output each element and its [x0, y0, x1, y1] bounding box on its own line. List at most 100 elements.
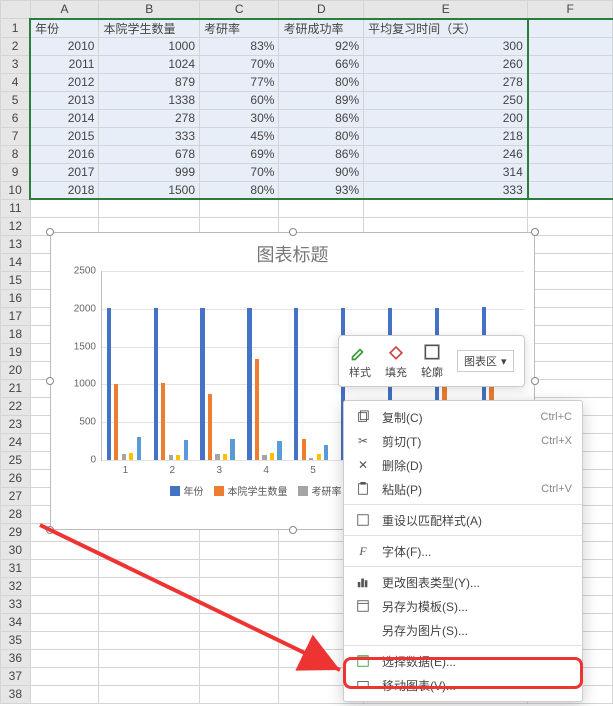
- cell[interactable]: 86%: [279, 109, 364, 127]
- cell[interactable]: [364, 199, 528, 217]
- bar[interactable]: [200, 308, 204, 460]
- row-header[interactable]: 14: [1, 253, 31, 271]
- row-header[interactable]: 23: [1, 415, 31, 433]
- resize-handle[interactable]: [531, 377, 539, 385]
- legend-item[interactable]: 考研率: [298, 483, 342, 498]
- cell[interactable]: 60%: [200, 91, 279, 109]
- cell[interactable]: 333: [364, 181, 528, 199]
- row-header[interactable]: 34: [1, 613, 31, 631]
- menu-reset-style[interactable]: 重设以匹配样式(A): [344, 508, 582, 532]
- bar[interactable]: [324, 445, 328, 460]
- cell[interactable]: 678: [99, 145, 200, 163]
- cell[interactable]: [528, 163, 613, 181]
- row-header[interactable]: 2: [1, 37, 31, 55]
- bar[interactable]: [114, 384, 118, 460]
- resize-handle[interactable]: [289, 228, 297, 236]
- cell[interactable]: [30, 685, 99, 703]
- cell[interactable]: 平均复习时间（天）: [364, 19, 528, 38]
- row-header[interactable]: 17: [1, 307, 31, 325]
- row-header[interactable]: 10: [1, 181, 31, 199]
- bar[interactable]: [255, 359, 259, 460]
- cell[interactable]: [528, 91, 613, 109]
- legend-item[interactable]: 年份: [170, 483, 204, 498]
- bar[interactable]: [107, 308, 111, 460]
- cell[interactable]: [528, 73, 613, 91]
- bar[interactable]: [169, 455, 173, 460]
- cell[interactable]: 218: [364, 127, 528, 145]
- bar[interactable]: [137, 437, 141, 460]
- cell[interactable]: [279, 199, 364, 217]
- cell[interactable]: [528, 37, 613, 55]
- row-header[interactable]: 37: [1, 667, 31, 685]
- menu-delete[interactable]: ✕ 删除(D): [344, 453, 582, 477]
- row-header[interactable]: 38: [1, 685, 31, 703]
- menu-change-chart-type[interactable]: 更改图表类型(Y)...: [344, 570, 582, 594]
- bar[interactable]: [294, 308, 298, 460]
- col-header-F[interactable]: F: [528, 1, 613, 19]
- cell[interactable]: 200: [364, 109, 528, 127]
- cell[interactable]: [99, 577, 200, 595]
- row-header[interactable]: 11: [1, 199, 31, 217]
- row-header[interactable]: 22: [1, 397, 31, 415]
- cell[interactable]: [30, 559, 99, 577]
- cell[interactable]: [30, 613, 99, 631]
- bar[interactable]: [122, 454, 126, 460]
- cell[interactable]: 年份: [30, 19, 99, 38]
- bar[interactable]: [230, 439, 234, 460]
- bar[interactable]: [223, 454, 227, 460]
- cell[interactable]: 1000: [99, 37, 200, 55]
- row-header[interactable]: 5: [1, 91, 31, 109]
- cell[interactable]: [200, 613, 279, 631]
- cell[interactable]: 1500: [99, 181, 200, 199]
- cell[interactable]: [528, 343, 613, 361]
- menu-move-chart[interactable]: 移动图表(V)...: [344, 673, 582, 697]
- bar[interactable]: [215, 454, 219, 460]
- row-header[interactable]: 27: [1, 487, 31, 505]
- row-header[interactable]: 15: [1, 271, 31, 289]
- bar[interactable]: [317, 454, 321, 461]
- row-header[interactable]: 32: [1, 577, 31, 595]
- cell[interactable]: [528, 19, 613, 38]
- menu-copy[interactable]: 复制(C) Ctrl+C: [344, 405, 582, 429]
- bar[interactable]: [262, 455, 266, 460]
- cell[interactable]: [528, 127, 613, 145]
- cell[interactable]: 80%: [279, 127, 364, 145]
- bar[interactable]: [277, 441, 281, 460]
- bar[interactable]: [129, 453, 133, 460]
- cell[interactable]: [200, 685, 279, 703]
- cell[interactable]: 2011: [30, 55, 99, 73]
- menu-save-template[interactable]: 另存为模板(S)...: [344, 594, 582, 618]
- select-all-corner[interactable]: [1, 1, 31, 19]
- fill-button[interactable]: 填充: [385, 342, 407, 380]
- row-header[interactable]: 36: [1, 649, 31, 667]
- cell[interactable]: 66%: [279, 55, 364, 73]
- row-header[interactable]: 18: [1, 325, 31, 343]
- cell[interactable]: 250: [364, 91, 528, 109]
- row-header[interactable]: 6: [1, 109, 31, 127]
- cell[interactable]: [200, 199, 279, 217]
- menu-cut[interactable]: ✂ 剪切(T) Ctrl+X: [344, 429, 582, 453]
- col-header-C[interactable]: C: [200, 1, 279, 19]
- cell[interactable]: 70%: [200, 55, 279, 73]
- menu-select-data[interactable]: 选择数据(E)...: [344, 649, 582, 673]
- cell[interactable]: 314: [364, 163, 528, 181]
- cell[interactable]: [200, 559, 279, 577]
- cell[interactable]: 2012: [30, 73, 99, 91]
- row-header[interactable]: 33: [1, 595, 31, 613]
- cell[interactable]: 45%: [200, 127, 279, 145]
- cell[interactable]: [200, 577, 279, 595]
- row-header[interactable]: 9: [1, 163, 31, 181]
- cell[interactable]: [200, 631, 279, 649]
- chart-element-selector[interactable]: 图表区 ▾: [457, 350, 514, 372]
- cell[interactable]: [99, 595, 200, 613]
- bar[interactable]: [208, 394, 212, 460]
- cell[interactable]: 278: [364, 73, 528, 91]
- cell[interactable]: 83%: [200, 37, 279, 55]
- cell[interactable]: [30, 577, 99, 595]
- row-header[interactable]: 13: [1, 235, 31, 253]
- resize-handle[interactable]: [46, 377, 54, 385]
- row-header[interactable]: 30: [1, 541, 31, 559]
- cell[interactable]: [99, 649, 200, 667]
- cell[interactable]: [30, 649, 99, 667]
- menu-save-image[interactable]: 另存为图片(S)...: [344, 618, 582, 642]
